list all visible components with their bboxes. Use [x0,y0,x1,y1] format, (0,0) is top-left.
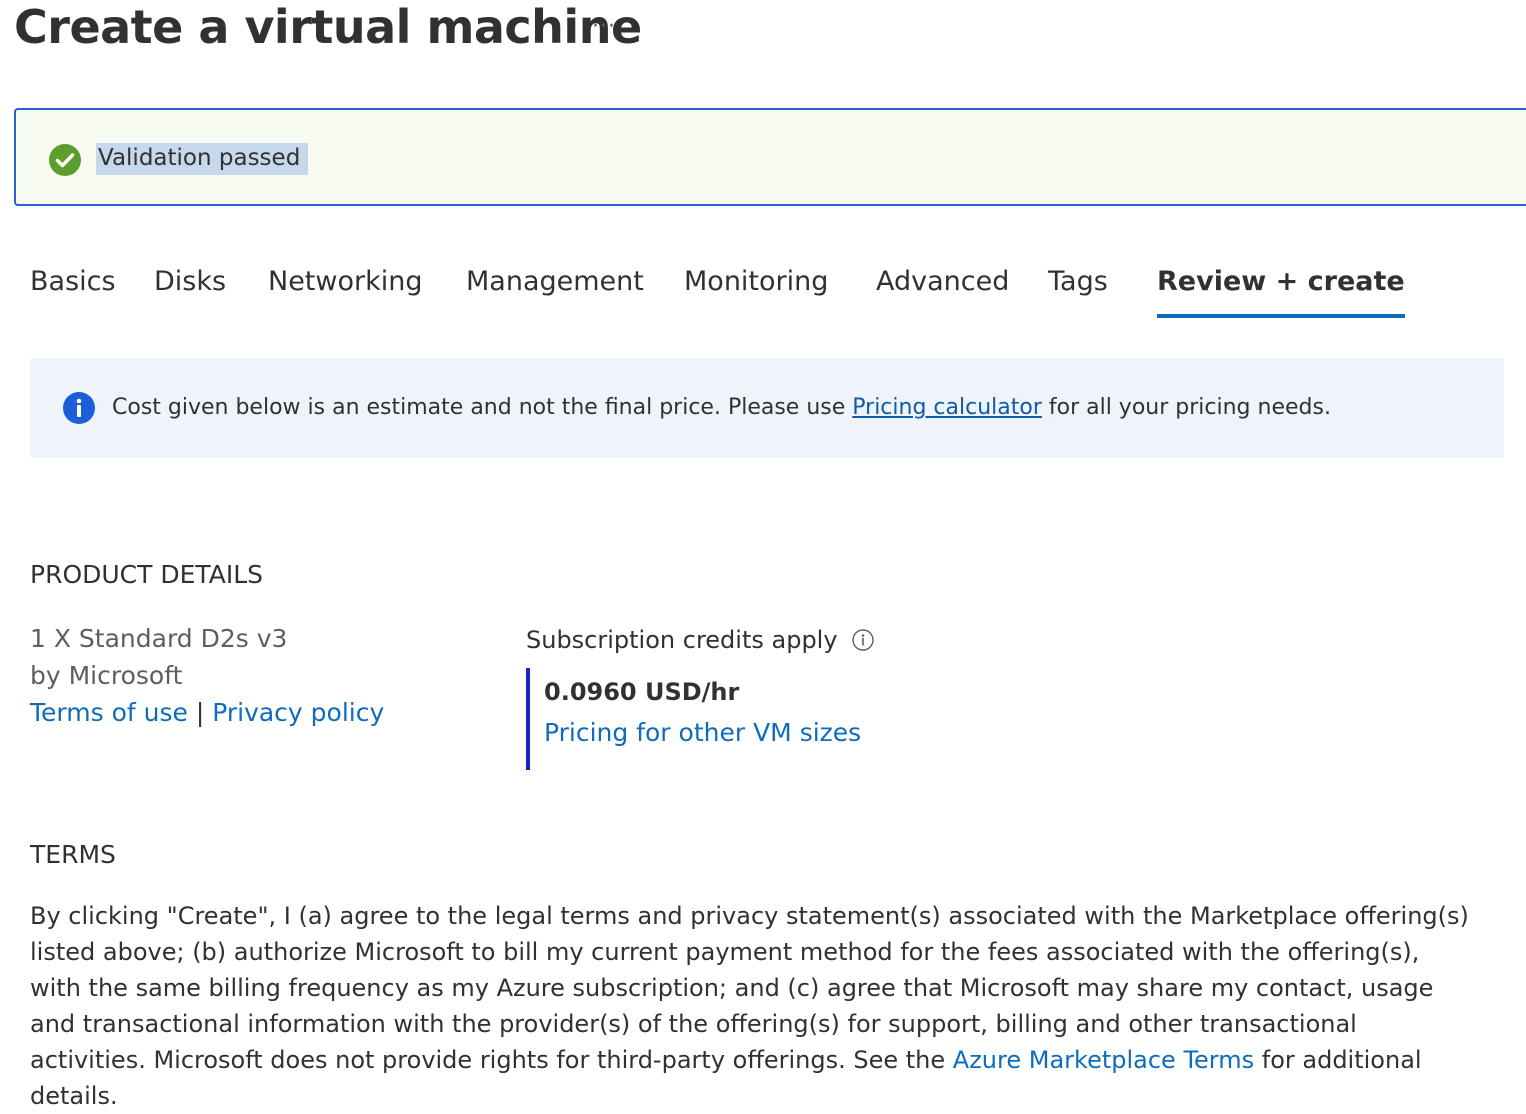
pricing-block: Subscription credits apply 0.0960 USD/hr… [526,626,874,770]
terms-heading: TERMS [30,840,116,869]
tab-tags[interactable]: Tags [1048,266,1108,297]
info-banner: Cost given below is an estimate and not … [30,358,1504,458]
product-publisher: by Microsoft [30,661,183,690]
other-vm-sizes-link[interactable]: Pricing for other VM sizes [544,718,861,747]
check-circle-icon [49,144,81,176]
info-text: Cost given below is an estimate and not … [112,395,1331,420]
pricing-calculator-link[interactable]: Pricing calculator [852,395,1042,420]
link-separator: | [187,698,213,727]
terms-of-use-link[interactable]: Terms of use [30,698,188,727]
price-box: 0.0960 USD/hr Pricing for other VM sizes [526,668,870,770]
tab-monitoring[interactable]: Monitoring [684,266,828,297]
info-icon [63,392,95,424]
tab-disks[interactable]: Disks [154,266,226,297]
credits-label: Subscription credits apply [526,626,874,654]
product-links: Terms of use | Privacy policy [30,694,384,731]
product-name: 1 X Standard D2s v3 [30,624,288,653]
product-details-heading: PRODUCT DETAILS [30,560,263,589]
tab-management[interactable]: Management [466,266,644,297]
tab-basics[interactable]: Basics [30,266,116,297]
validation-banner: Validation passed [14,108,1526,206]
tab-review-create[interactable]: Review + create [1157,266,1405,318]
page-title: Create a virtual machine [14,0,642,54]
product-summary: 1 X Standard D2s v3 by Microsoft Terms o… [30,620,384,731]
info-outline-icon[interactable] [851,629,874,651]
privacy-policy-link[interactable]: Privacy policy [212,698,384,727]
validation-text: Validation passed [96,143,309,175]
info-text-after: for all your pricing needs. [1041,395,1331,420]
credits-text: Subscription credits apply [526,626,838,654]
tab-networking[interactable]: Networking [268,266,423,297]
more-options-icon[interactable]: ··· [592,14,616,39]
terms-body: By clicking "Create", I (a) agree to the… [30,898,1470,1114]
azure-marketplace-terms-link[interactable]: Azure Marketplace Terms [953,1046,1254,1074]
info-text-before: Cost given below is an estimate and not … [112,395,853,420]
price-value: 0.0960 USD/hr [544,678,740,706]
tab-advanced[interactable]: Advanced [876,266,1009,297]
